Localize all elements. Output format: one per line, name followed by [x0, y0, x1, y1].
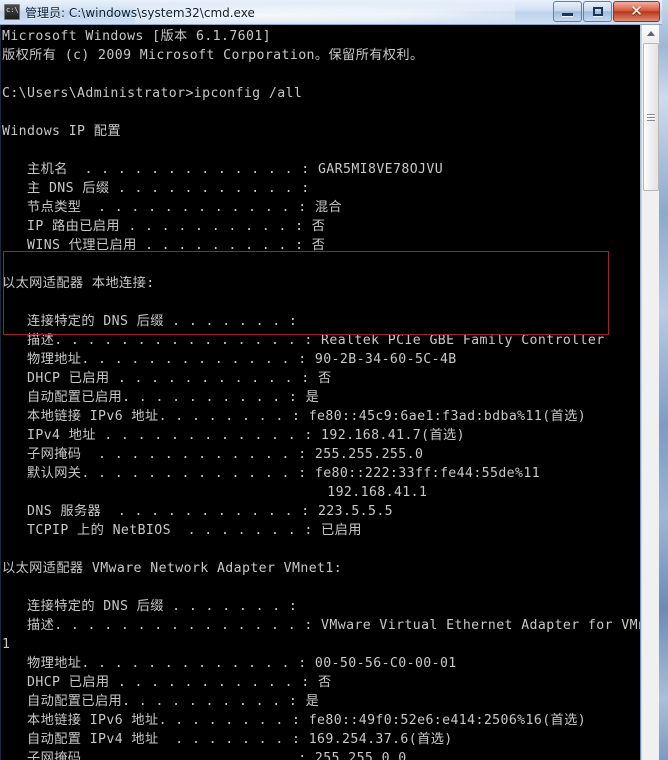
console-line: DHCP 已启用 . . . . . . . . . . . : 否	[2, 371, 332, 386]
console-line: 自动配置已启用. . . . . . . . . . : 是	[2, 390, 320, 405]
console-line: IP 路由已启用 . . . . . . . . . . : 否	[2, 219, 326, 234]
console-line: 1	[2, 637, 11, 652]
console-line: 默认网关. . . . . . . . . . . . . : fe80::22…	[2, 466, 541, 481]
scrollbar-thumb[interactable]	[643, 43, 659, 191]
console-line: 自动配置已启用. . . . . . . . . . : 是	[2, 694, 320, 709]
console-line: 节点类型 . . . . . . . . . . . . : 混合	[2, 200, 343, 215]
console-line: 描述. . . . . . . . . . . . . . . : VMware…	[2, 618, 640, 633]
console-line: 主机名 . . . . . . . . . . . . . : GAR5MI8V…	[2, 162, 444, 177]
window-titlebar[interactable]: 管理员: C:\windows\system32\cmd.exe ✕	[0, 0, 662, 25]
chevron-up-icon	[646, 31, 655, 36]
console-line: WINS 代理已启用 . . . . . . . . . : 否	[2, 238, 326, 253]
console-output-area[interactable]: Microsoft Windows [版本 6.1.7601] 版权所有 (c) …	[0, 25, 640, 760]
console-line: DHCP 已启用 . . . . . . . . . . . : 否	[2, 675, 332, 690]
minimize-icon	[562, 12, 573, 16]
console-line: 物理地址. . . . . . . . . . . . . : 00-50-56…	[2, 656, 457, 671]
console-line: Windows IP 配置	[2, 124, 121, 139]
cmd-window: 管理员: C:\windows\system32\cmd.exe ✕ Micro…	[0, 0, 662, 760]
scroll-up-button[interactable]	[642, 25, 659, 42]
close-icon: ✕	[630, 2, 643, 20]
console-text: Microsoft Windows [版本 6.1.7601] 版权所有 (c) …	[1, 27, 640, 760]
console-line: TCPIP 上的 NetBIOS . . . . . . . : 已启用	[2, 523, 362, 538]
vertical-scrollbar[interactable]	[641, 25, 659, 760]
console-line: C:\Users\Administrator>ipconfig /all	[2, 86, 303, 101]
cmd-console-icon	[4, 4, 20, 20]
console-line: DNS 服务器 . . . . . . . . . . . : 223.5.5.…	[2, 504, 394, 519]
minimize-button[interactable]	[553, 1, 582, 22]
console-line: 主 DNS 后缀 . . . . . . . . . . . :	[2, 181, 310, 196]
window-title: 管理员: C:\windows\system32\cmd.exe	[25, 5, 255, 20]
console-line: 192.168.41.1	[2, 485, 428, 500]
window-controls: ✕	[552, 1, 660, 22]
console-line: IPv4 地址 . . . . . . . . . . . . : 192.16…	[2, 428, 465, 443]
maximize-icon	[592, 7, 603, 16]
console-line: 本地链接 IPv6 地址. . . . . . . . : fe80::45c9…	[2, 409, 587, 424]
maximize-button[interactable]	[583, 1, 612, 22]
close-button[interactable]: ✕	[613, 1, 660, 22]
console-line: Microsoft Windows [版本 6.1.7601]	[2, 29, 272, 44]
console-line: 自动配置 IPv4 地址 . . . . . . . : 169.254.37.…	[2, 732, 453, 747]
console-line: 连接特定的 DNS 后缀 . . . . . . . :	[2, 314, 298, 329]
console-line: 以太网适配器 本地连接:	[2, 276, 155, 291]
console-line: 子网掩码 . . . . . . . . . . . . : 255.255.2…	[2, 447, 424, 462]
grip-icon	[647, 113, 655, 121]
console-line: 连接特定的 DNS 后缀 . . . . . . . :	[2, 599, 298, 614]
console-line: 描述. . . . . . . . . . . . . . . : Realte…	[2, 333, 605, 348]
desktop-background: 管理员: C:\windows\system32\cmd.exe ✕ Micro…	[0, 0, 668, 760]
console-line: 以太网适配器 VMware Network Adapter VMnet1:	[2, 561, 343, 576]
console-line: 版权所有 (c) 2009 Microsoft Corporation。保留所有…	[2, 48, 424, 63]
console-line: 本地链接 IPv6 地址. . . . . . . . : fe80::49f0…	[2, 713, 587, 728]
console-line: 物理地址. . . . . . . . . . . . . : 90-2B-34…	[2, 352, 457, 367]
console-line: 子网掩码 . . . . . . . . . . . . : 255.255.0…	[2, 751, 407, 760]
